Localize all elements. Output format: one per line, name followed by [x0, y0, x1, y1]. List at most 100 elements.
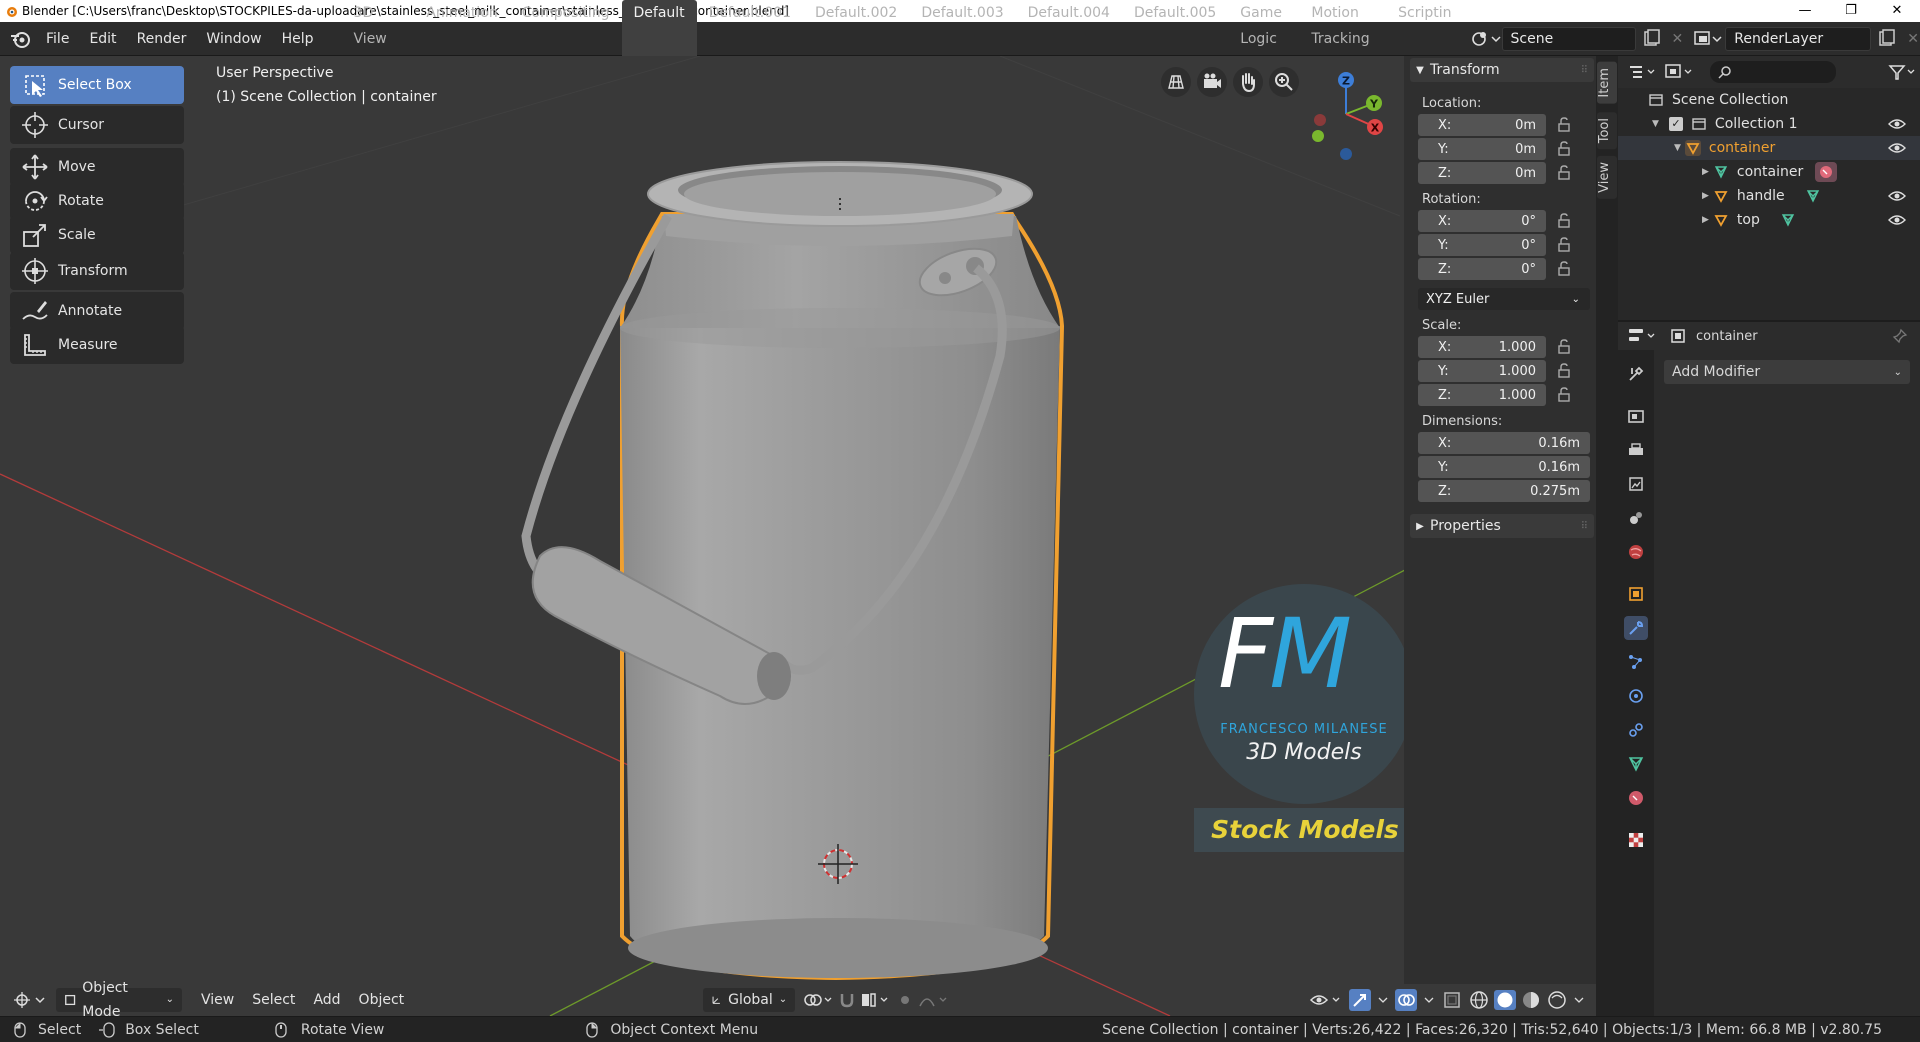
location-y-field[interactable]: Y: 0m [1418, 138, 1546, 160]
tab-texture[interactable] [1624, 828, 1648, 852]
lock-icon[interactable] [1556, 339, 1572, 355]
milk-can-model[interactable] [521, 161, 1065, 981]
tab-render[interactable] [1624, 404, 1648, 428]
add-modifier-dropdown[interactable]: Add Modifier ⌄ [1664, 360, 1910, 384]
tool-rotate[interactable]: Rotate [10, 182, 184, 220]
tab-physics[interactable] [1624, 684, 1648, 708]
tab-tool-settings[interactable] [1624, 362, 1648, 386]
properties-panel-header[interactable]: ▶ Properties ⠿ [1410, 514, 1594, 538]
tool-select-box[interactable]: Select Box [10, 66, 184, 104]
filter-icon[interactable] [1884, 60, 1918, 84]
snap-element-icon[interactable] [859, 988, 893, 1012]
tool-cursor[interactable]: Cursor [10, 106, 184, 144]
outliner-row-collection-1[interactable]: ▼ ✓ Collection 1 [1618, 112, 1920, 136]
material-shading-icon[interactable] [1520, 988, 1542, 1012]
menu-render[interactable]: Render [127, 22, 197, 56]
rotation-mode-dropdown[interactable]: XYZ Euler ⌄ [1418, 288, 1590, 310]
transform-panel-header[interactable]: ▼ Transform ⠿ [1410, 58, 1594, 82]
rendered-shading-icon[interactable] [1546, 988, 1568, 1012]
scale-y-field[interactable]: Y: 1.000 [1418, 360, 1546, 382]
expand-arrow-icon[interactable]: ▶ [1702, 215, 1709, 225]
object-menu[interactable]: Object [350, 987, 414, 1013]
perspective-toggle-icon[interactable] [1160, 66, 1192, 98]
shading-dropdown-icon[interactable] [1572, 988, 1586, 1012]
tab-tool[interactable]: Tool [1597, 112, 1617, 150]
add-menu[interactable]: Add [304, 987, 349, 1013]
lock-icon[interactable] [1556, 387, 1572, 403]
lock-icon[interactable] [1556, 363, 1572, 379]
scene-field[interactable]: Scene [1501, 26, 1636, 51]
renderlayer-icon[interactable] [1691, 27, 1725, 51]
dimensions-z-field[interactable]: Z: 0.275m [1418, 480, 1590, 502]
3d-viewport[interactable]: Select Box Cursor Move Rotate Scale Transform… [0, 56, 1596, 1016]
rotation-x-field[interactable]: X: 0° [1418, 210, 1546, 232]
falloff-icon[interactable] [917, 988, 951, 1012]
expand-arrow-icon[interactable]: ▼ [1674, 143, 1681, 153]
outliner-editor-icon[interactable] [1626, 60, 1662, 84]
tab-view-layer[interactable] [1624, 472, 1648, 496]
orientation-dropdown[interactable]: Global ⌄ [703, 988, 796, 1012]
pivot-point-icon[interactable] [801, 988, 835, 1012]
scene-icon[interactable] [1468, 27, 1502, 51]
properties-editor-icon[interactable] [1626, 324, 1662, 348]
outliner-row-scene-collection[interactable]: Scene Collection [1618, 88, 1920, 112]
snap-toggle-icon[interactable] [835, 988, 859, 1012]
renderlayer-field[interactable]: RenderLayer [1725, 26, 1872, 51]
new-renderlayer-icon[interactable] [1875, 27, 1899, 51]
wireframe-shading-icon[interactable] [1468, 988, 1490, 1012]
rotation-z-field[interactable]: Z: 0° [1418, 258, 1546, 280]
eye-icon[interactable] [1888, 213, 1906, 227]
dimensions-y-field[interactable]: Y: 0.16m [1418, 456, 1590, 478]
pin-icon[interactable] [1892, 328, 1908, 344]
expand-arrow-icon[interactable]: ▼ [1652, 119, 1659, 129]
location-x-field[interactable]: X: 0m [1418, 114, 1546, 136]
close-button[interactable]: ✕ [1874, 0, 1920, 22]
lock-icon[interactable] [1556, 165, 1572, 181]
tool-scale[interactable]: Scale [10, 216, 184, 254]
lock-icon[interactable] [1556, 237, 1572, 253]
gizmo-toggle-icon[interactable] [1348, 988, 1372, 1012]
camera-view-icon[interactable] [1196, 66, 1228, 98]
tab-constraints[interactable] [1624, 718, 1648, 742]
lock-icon[interactable] [1556, 261, 1572, 277]
visibility-icon[interactable] [1308, 988, 1344, 1012]
drag-handle-icon[interactable]: ⠿ [1581, 521, 1588, 532]
scale-x-field[interactable]: X: 1.000 [1418, 336, 1546, 358]
display-mode-icon[interactable] [1662, 60, 1698, 84]
tab-world[interactable] [1624, 540, 1648, 564]
tab-material[interactable] [1624, 786, 1648, 810]
zoom-view-icon[interactable] [1268, 66, 1300, 98]
lock-icon[interactable] [1556, 117, 1572, 133]
editor-type-icon[interactable] [10, 988, 50, 1012]
tab-item[interactable]: Item [1597, 62, 1617, 104]
solid-shading-icon[interactable] [1494, 988, 1516, 1012]
menu-file[interactable]: File [36, 22, 79, 56]
xray-toggle-icon[interactable] [1440, 988, 1464, 1012]
tool-annotate[interactable]: Annotate [10, 292, 184, 330]
menu-help[interactable]: Help [272, 22, 324, 56]
exclude-checkbox-icon[interactable]: ✓ [1668, 117, 1683, 131]
outliner-row-handle[interactable]: ▶ handle [1618, 184, 1920, 208]
gizmo-dropdown-icon[interactable] [1376, 988, 1390, 1012]
proportional-edit-icon[interactable] [893, 988, 917, 1012]
location-z-field[interactable]: Z: 0m [1418, 162, 1546, 184]
overlays-toggle-icon[interactable] [1394, 988, 1418, 1012]
tool-measure[interactable]: Measure [10, 326, 184, 364]
expand-arrow-icon[interactable]: ▶ [1702, 167, 1709, 177]
eye-icon[interactable] [1888, 117, 1906, 131]
outliner-search-input[interactable] [1710, 61, 1836, 83]
lock-icon[interactable] [1556, 213, 1572, 229]
outliner-row-container-mesh[interactable]: ▶ container [1618, 160, 1920, 184]
rotation-y-field[interactable]: Y: 0° [1418, 234, 1546, 256]
tab-particles[interactable] [1624, 650, 1648, 674]
outliner-row-container-object[interactable]: ▼ container [1618, 136, 1920, 160]
tab-view[interactable]: View [1597, 156, 1617, 199]
lock-icon[interactable] [1556, 141, 1572, 157]
menu-window[interactable]: Window [196, 22, 271, 56]
delete-renderlayer-icon[interactable]: ✕ [1907, 31, 1919, 47]
tab-modifiers[interactable] [1624, 616, 1648, 640]
maximize-button[interactable]: ❐ [1828, 0, 1874, 22]
delete-scene-icon[interactable]: ✕ [1672, 31, 1684, 47]
tool-transform[interactable]: Transform [10, 252, 184, 290]
tab-object-data[interactable] [1624, 752, 1648, 776]
